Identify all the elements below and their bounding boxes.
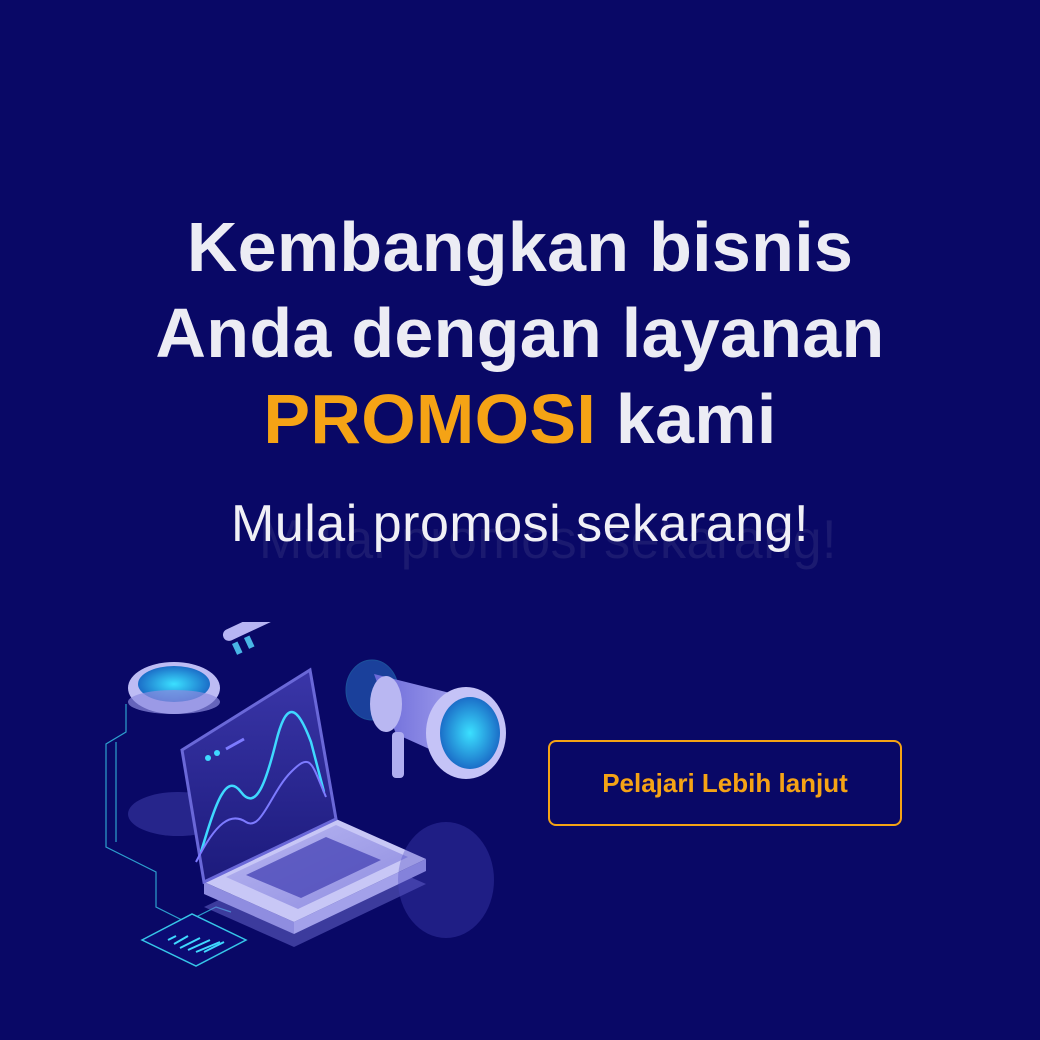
- headline-line-2: Anda dengan layanan: [155, 294, 885, 372]
- promo-banner: Kembangkan bisnis Anda dengan layanan PR…: [0, 0, 1040, 1040]
- promotion-illustration: [105, 622, 506, 967]
- headline-line-3: PROMOSI kami: [0, 376, 1040, 462]
- headline-tail: kami: [596, 380, 777, 458]
- subheadline: Mulai promosi sekarang!: [231, 495, 809, 553]
- circuit-chip-icon: [140, 913, 248, 967]
- subheadline-wrap: Mulai promosi sekarang! Mulai promosi se…: [0, 492, 1040, 570]
- headline-accent: PROMOSI: [263, 380, 597, 458]
- learn-more-button[interactable]: Pelajari Lebih lanjut: [548, 740, 902, 826]
- headline-line-1: Kembangkan bisnis: [186, 208, 854, 286]
- headline: Kembangkan bisnis Anda dengan layanan PR…: [0, 204, 1040, 462]
